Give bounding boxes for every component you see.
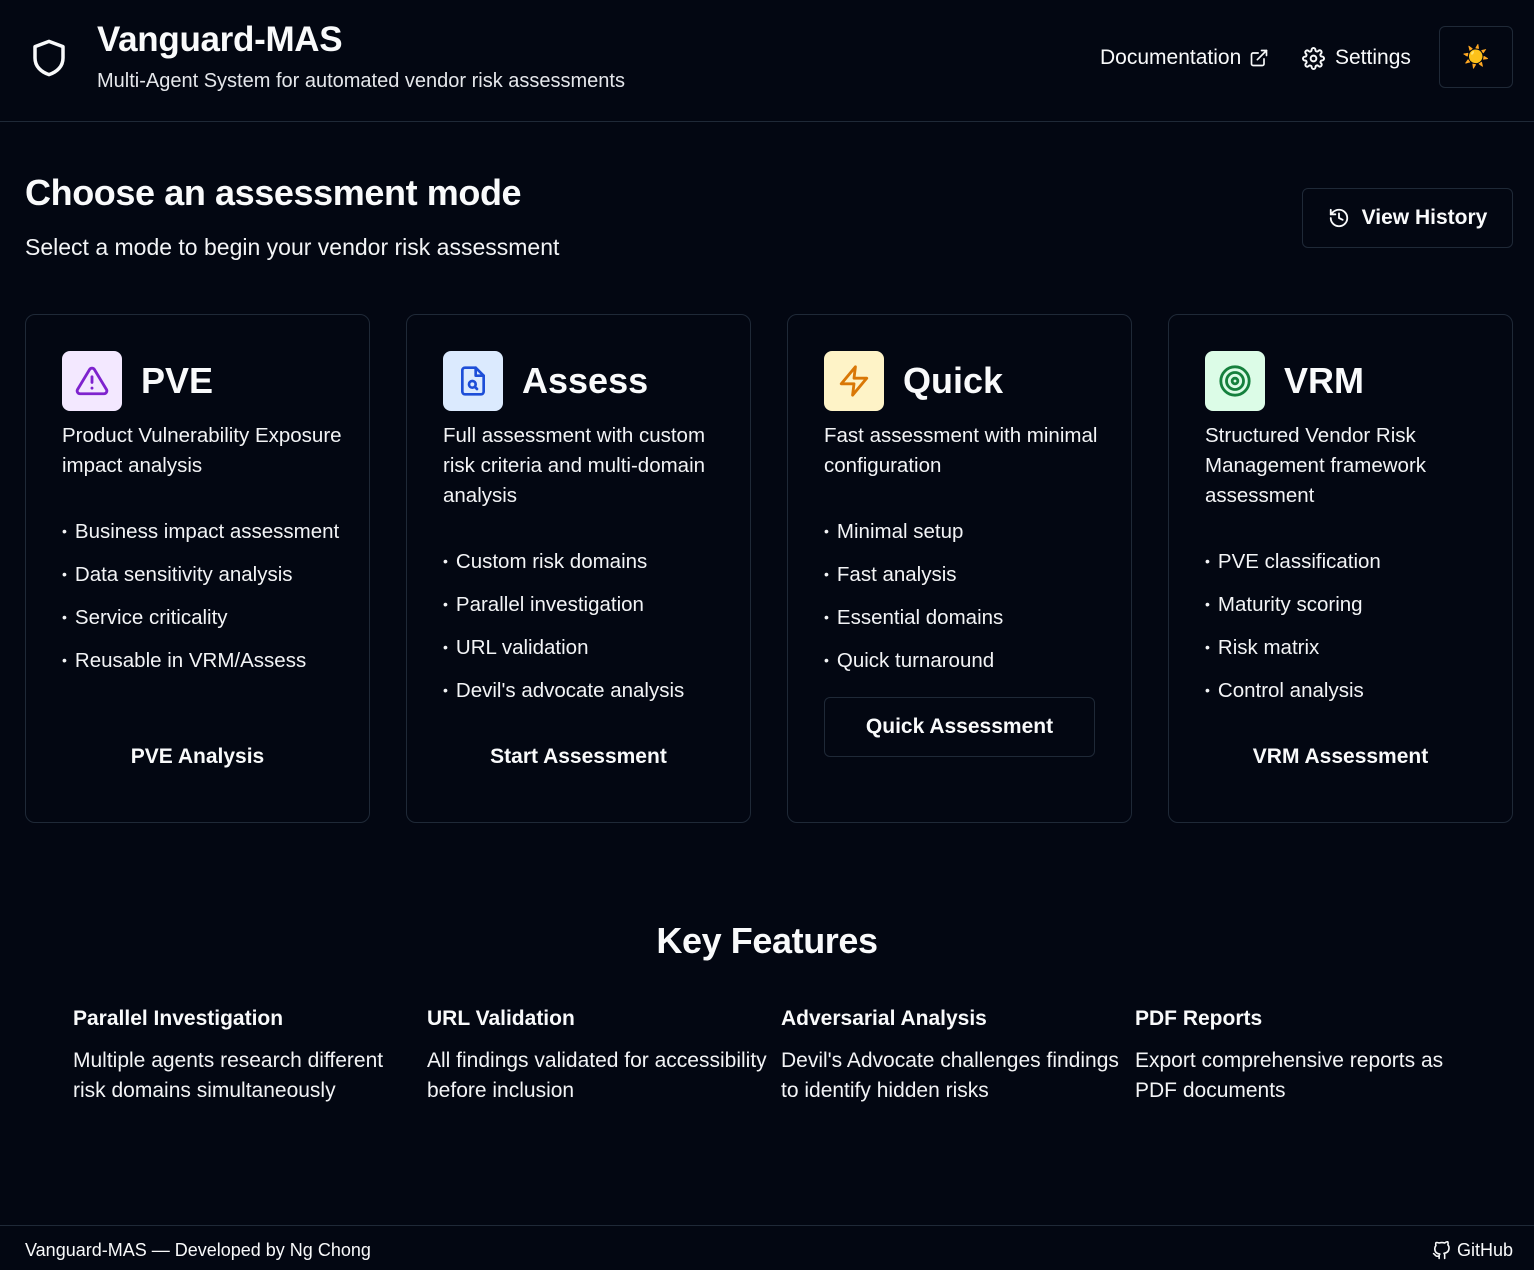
vrm-assessment-button[interactable]: VRM Assessment <box>1205 727 1476 787</box>
documentation-link[interactable]: Documentation <box>1100 44 1269 72</box>
key-feature-name: PDF Reports <box>1135 1007 1263 1030</box>
pve-analysis-button[interactable]: PVE Analysis <box>62 727 333 787</box>
file-search-icon <box>461 366 485 396</box>
app-footer: Vanguard-MAS — Developed by Ng Chong Git… <box>0 1225 1534 1270</box>
sun-icon: ☀️ <box>1462 44 1490 69</box>
feature-item: Maturity scoring <box>1205 590 1495 621</box>
quick-icon-tile <box>824 351 884 411</box>
mode-card-pve[interactable]: PVE Product Vulnerability Exposure impac… <box>25 314 370 823</box>
documentation-label: Documentation <box>1100 46 1242 69</box>
key-feature-item: URL Validation All findings validated fo… <box>427 1004 767 1106</box>
target-icon <box>1219 365 1251 397</box>
mode-card-vrm[interactable]: VRM Structured Vendor Risk Management fr… <box>1168 314 1513 823</box>
mode-title: Quick <box>903 360 1004 401</box>
github-label: GitHub <box>1456 1240 1513 1260</box>
mode-title: Assess <box>522 360 649 401</box>
feature-item: Devil's advocate analysis <box>443 676 733 707</box>
assess-icon-tile <box>443 351 503 411</box>
alert-triangle-icon <box>75 366 109 396</box>
mode-title: PVE <box>141 360 214 401</box>
theme-toggle-button[interactable]: ☀️ <box>1439 26 1513 88</box>
view-history-button[interactable]: View History <box>1302 188 1513 248</box>
view-history-label: View History <box>1361 206 1488 229</box>
quick-assessment-button[interactable]: Quick Assessment <box>824 697 1095 757</box>
page-subtitle: Select a mode to begin your vendor risk … <box>25 234 560 260</box>
feature-item: Reusable in VRM/Assess <box>62 646 352 677</box>
feature-item: Custom risk domains <box>443 547 733 578</box>
feature-item: Parallel investigation <box>443 590 733 621</box>
key-feature-item: PDF Reports Export comprehensive reports… <box>1135 1004 1475 1106</box>
pve-icon-tile <box>62 351 122 411</box>
key-feature-name: URL Validation <box>427 1007 575 1030</box>
history-icon <box>1329 208 1348 228</box>
feature-item: Control analysis <box>1205 676 1495 707</box>
mode-card-assess[interactable]: Assess Full assessment with custom risk … <box>406 314 751 823</box>
mode-description: Structured Vendor Risk Management framew… <box>1205 424 1427 507</box>
key-feature-description: Export comprehensive reports as PDF docu… <box>1135 1049 1444 1102</box>
feature-item: Service criticality <box>62 603 352 634</box>
footer-credit: Vanguard-MAS — Developed by Ng Chong <box>25 1240 371 1260</box>
key-feature-description: All findings validated for accessibility… <box>427 1049 767 1102</box>
feature-item: Business impact assessment <box>62 517 352 548</box>
github-link[interactable]: GitHub <box>1432 1240 1513 1261</box>
feature-item: Minimal setup <box>824 517 1114 548</box>
settings-link[interactable]: Settings <box>1302 44 1411 72</box>
page-title: Choose an assessment mode <box>25 172 522 213</box>
mode-feature-list: Business impact assessment Data sensitiv… <box>62 517 352 689</box>
key-features-title: Key Features <box>656 920 878 961</box>
lightning-bolt-icon <box>839 365 869 397</box>
github-icon <box>1432 1241 1450 1260</box>
key-feature-name: Adversarial Analysis <box>781 1007 987 1030</box>
key-feature-description: Multiple agents research different risk … <box>73 1049 384 1102</box>
app-title: Vanguard-MAS <box>97 20 343 59</box>
shield-icon <box>33 39 65 77</box>
feature-item: URL validation <box>443 633 733 664</box>
feature-item: Risk matrix <box>1205 633 1495 664</box>
key-feature-description: Devil's Advocate challenges findings to … <box>781 1049 1119 1102</box>
feature-item: PVE classification <box>1205 547 1495 578</box>
mode-description: Full assessment with custom risk criteri… <box>443 424 706 507</box>
key-feature-item: Parallel Investigation Multiple agents r… <box>73 1004 413 1106</box>
external-link-icon <box>1250 49 1268 67</box>
mode-card-quick[interactable]: Quick Fast assessment with minimal confi… <box>787 314 1132 823</box>
mode-description: Fast assessment with minimal configurati… <box>824 424 1098 477</box>
mode-feature-list: Custom risk domains Parallel investigati… <box>443 547 733 719</box>
app-subtitle: Multi-Agent System for automated vendor … <box>97 70 625 92</box>
feature-item: Essential domains <box>824 603 1114 634</box>
key-feature-name: Parallel Investigation <box>73 1007 284 1030</box>
mode-feature-list: PVE classification Maturity scoring Risk… <box>1205 547 1495 719</box>
start-assessment-button[interactable]: Start Assessment <box>443 727 714 787</box>
feature-item: Fast analysis <box>824 560 1114 591</box>
gear-icon <box>1302 46 1325 70</box>
vrm-icon-tile <box>1205 351 1265 411</box>
app-header: Vanguard-MAS Multi-Agent System for auto… <box>0 0 1534 122</box>
mode-title: VRM <box>1284 360 1364 401</box>
feature-item: Quick turnaround <box>824 646 1114 677</box>
feature-item: Data sensitivity analysis <box>62 560 352 591</box>
settings-label: Settings <box>1335 46 1411 69</box>
mode-feature-list: Minimal setup Fast analysis Essential do… <box>824 517 1114 689</box>
key-feature-item: Adversarial Analysis Devil's Advocate ch… <box>781 1004 1121 1106</box>
mode-description: Product Vulnerability Exposure impact an… <box>62 424 342 477</box>
